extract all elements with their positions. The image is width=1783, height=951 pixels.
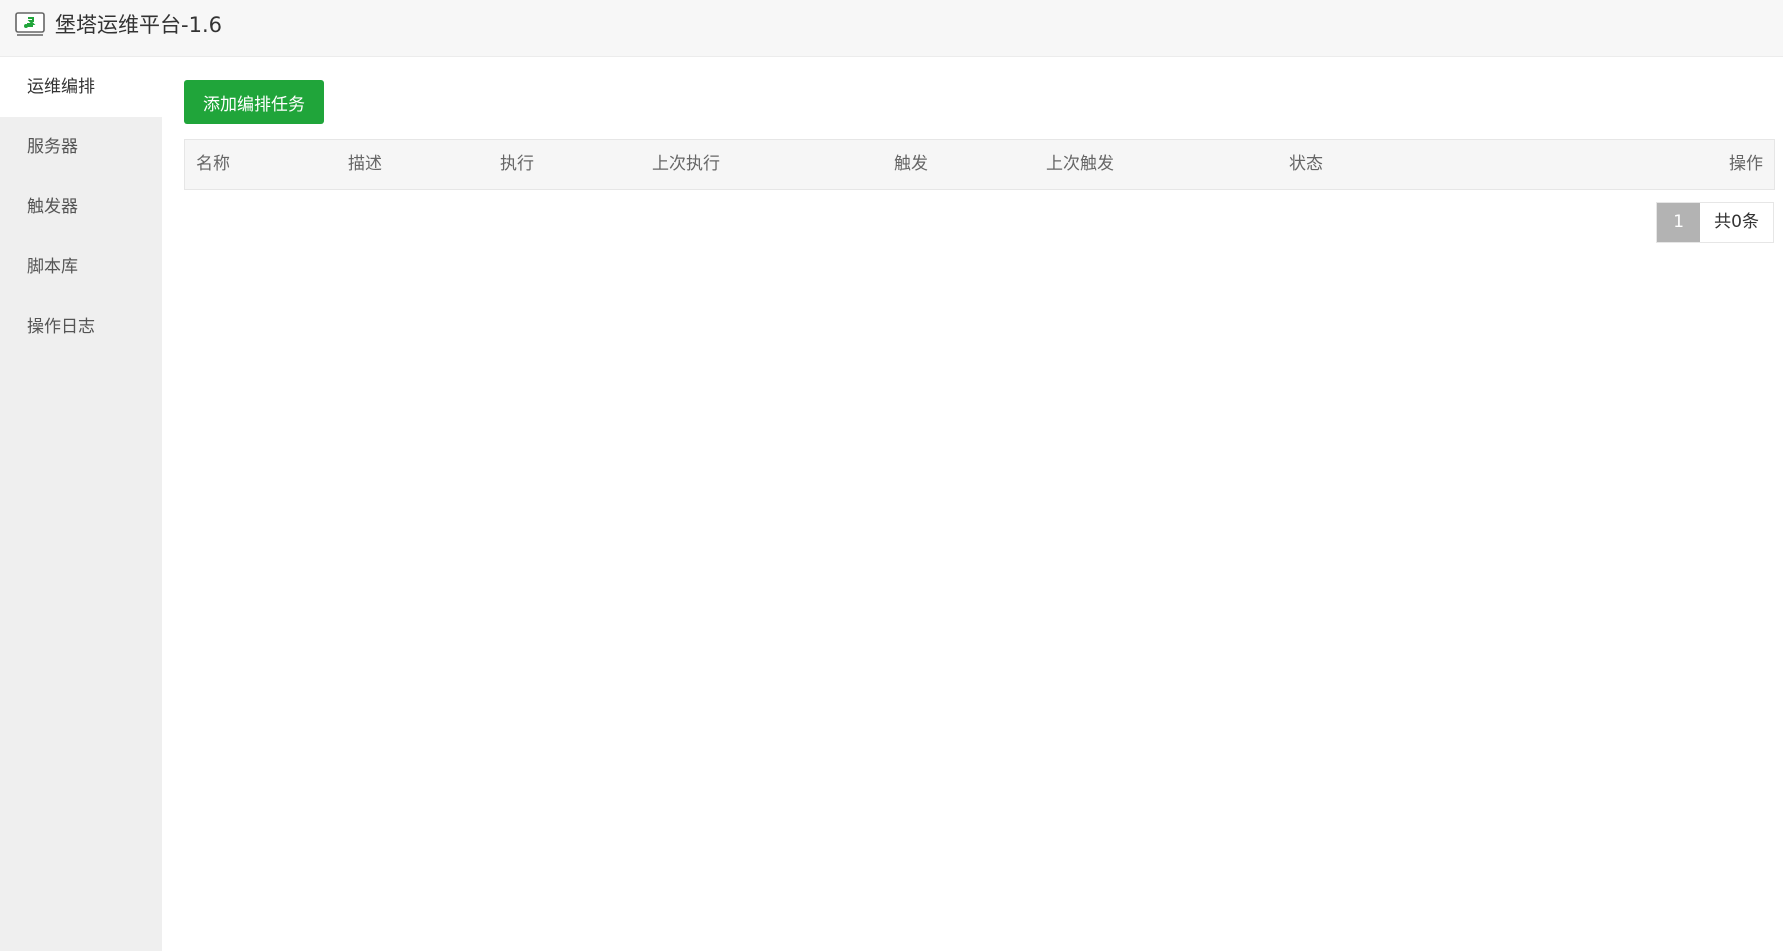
sidebar: 运维编排 服务器 触发器 脚本库 操作日志 (0, 57, 162, 951)
add-orchestration-task-button[interactable]: 添加编排任务 (184, 80, 324, 124)
column-header-status[interactable]: 状态 (1289, 140, 1323, 189)
bt-logo-icon (15, 12, 45, 36)
sidebar-item-operation-log[interactable]: 操作日志 (0, 297, 162, 357)
column-header-execute[interactable]: 执行 (500, 140, 534, 189)
sidebar-item-triggers[interactable]: 触发器 (0, 177, 162, 237)
column-header-trigger[interactable]: 触发 (894, 140, 928, 189)
sidebar-item-script-library[interactable]: 脚本库 (0, 237, 162, 297)
sidebar-item-servers[interactable]: 服务器 (0, 117, 162, 177)
column-header-last-execution[interactable]: 上次执行 (652, 140, 720, 189)
main-content: 添加编排任务 名称 描述 执行 上次执行 触发 上次触发 状态 操作 1 共0条 (162, 57, 1783, 951)
column-header-name[interactable]: 名称 (196, 140, 230, 189)
column-header-last-trigger[interactable]: 上次触发 (1046, 140, 1114, 189)
title-bar: 堡塔运维平台-1.6 (0, 0, 1783, 57)
app-title: 堡塔运维平台-1.6 (55, 13, 222, 37)
pagination: 1 共0条 (1656, 202, 1774, 243)
page-number-current[interactable]: 1 (1657, 203, 1701, 242)
table-header: 名称 描述 执行 上次执行 触发 上次触发 状态 操作 (184, 139, 1775, 190)
sidebar-item-orchestration[interactable]: 运维编排 (0, 57, 162, 117)
column-header-description[interactable]: 描述 (348, 140, 382, 189)
total-count-label: 共0条 (1714, 212, 1759, 232)
column-header-actions: 操作 (1729, 154, 1763, 174)
